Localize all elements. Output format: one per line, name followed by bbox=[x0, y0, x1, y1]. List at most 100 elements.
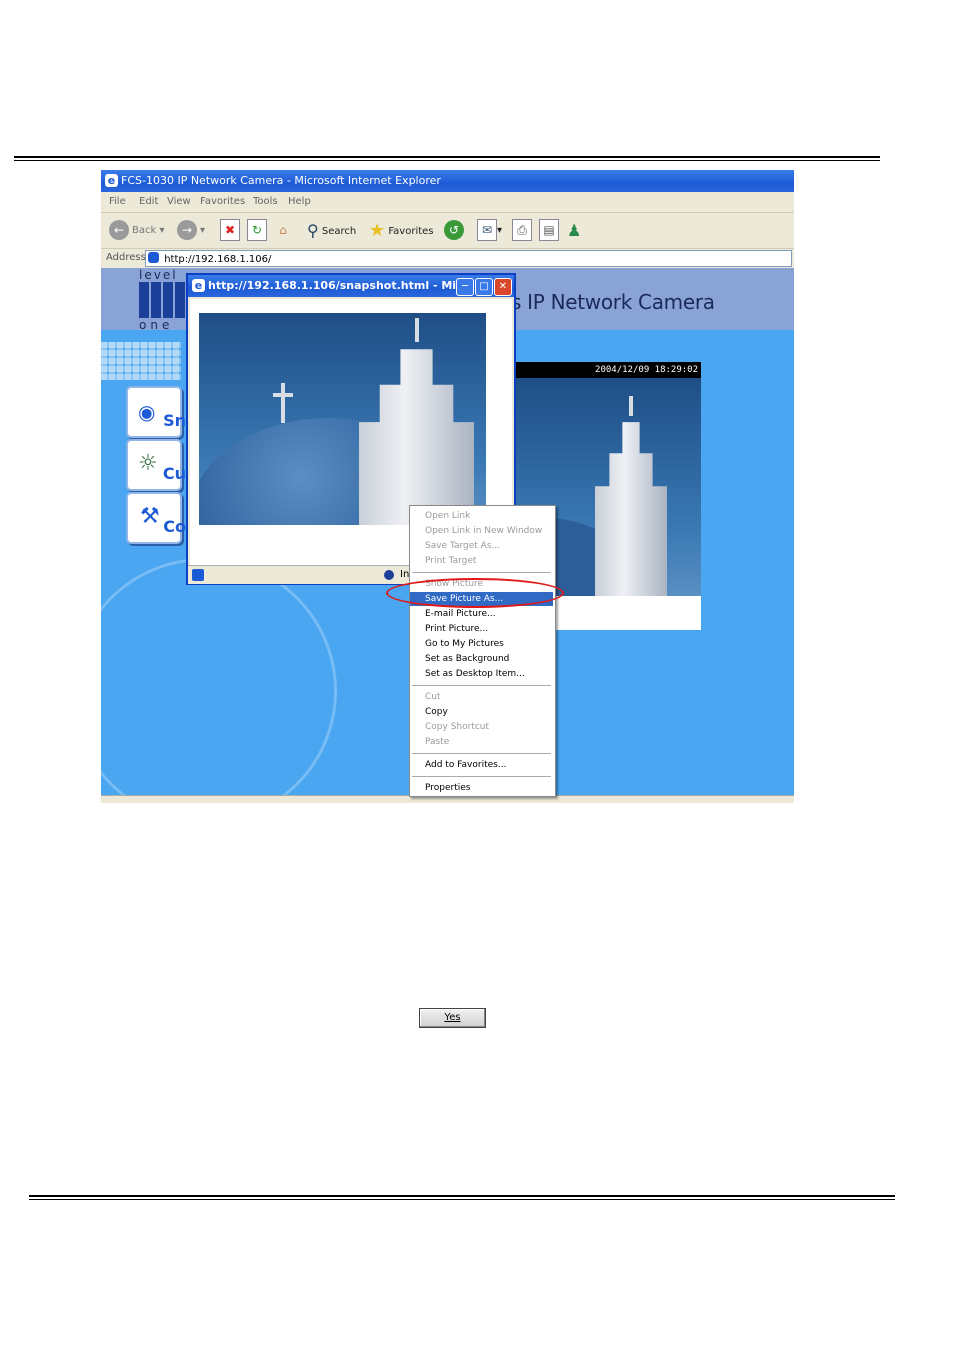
messenger-icon: ♟ bbox=[567, 221, 582, 240]
nav-config-button[interactable]: ⚒ Co bbox=[126, 492, 186, 544]
cross-shape bbox=[629, 396, 633, 416]
home-icon: ⌂ bbox=[279, 223, 287, 237]
address-value: http://192.168.1.106/ bbox=[164, 254, 272, 265]
messenger-button[interactable]: ♟ bbox=[567, 219, 581, 243]
ie-title-text: FCS-1030 IP Network Camera - Microsoft I… bbox=[121, 174, 441, 187]
snapshot-image[interactable] bbox=[199, 313, 486, 525]
menu-separator bbox=[412, 685, 551, 686]
mail-icon: ✉ bbox=[477, 219, 497, 241]
logo-grid-icon bbox=[139, 282, 185, 318]
stop-icon: ✖ bbox=[220, 219, 240, 241]
menu-separator bbox=[412, 753, 551, 754]
context-menu: Open Link Open Link in New Window Save Tar… bbox=[409, 505, 556, 797]
nav-snapshot-label: Sn bbox=[163, 411, 186, 430]
menu-edit[interactable]: Edit bbox=[139, 192, 158, 212]
menu-item-properties[interactable]: Properties bbox=[410, 781, 553, 795]
internet-zone-icon bbox=[384, 570, 394, 580]
logo-top-text: level bbox=[139, 268, 178, 282]
logo-bottom-text: one bbox=[139, 318, 174, 332]
menu-view[interactable]: View bbox=[167, 192, 191, 212]
menu-item-e-mail-picture[interactable]: E-mail Picture... bbox=[410, 607, 553, 621]
nav-config-label: Co bbox=[163, 517, 186, 536]
annotation-oval bbox=[386, 578, 564, 608]
menu-item-save-target-as[interactable]: Save Target As... bbox=[410, 539, 553, 553]
address-input[interactable]: http://192.168.1.106/ bbox=[145, 250, 792, 267]
address-label: Address bbox=[106, 252, 146, 263]
history-icon: ↺ bbox=[444, 220, 464, 240]
menu-separator bbox=[412, 776, 551, 777]
search-icon: ⚲ bbox=[307, 221, 319, 240]
menu-tools[interactable]: Tools bbox=[253, 192, 278, 212]
menu-item-open-link-in-new-window[interactable]: Open Link in New Window bbox=[410, 524, 553, 538]
timestamp: 2004/12/09 18:29:02 bbox=[515, 362, 701, 378]
globe-icon: ☼ bbox=[138, 451, 158, 476]
popup-ie-icon: e bbox=[192, 279, 205, 292]
minimize-button[interactable]: ─ bbox=[456, 278, 474, 296]
refresh-button[interactable]: ↻ bbox=[247, 219, 267, 243]
stop-button[interactable]: ✖ bbox=[220, 219, 240, 243]
dome-cross-bar-shape bbox=[273, 393, 293, 397]
home-button[interactable]: ⌂ bbox=[274, 219, 292, 243]
nav-client-label: Cu bbox=[162, 464, 186, 483]
back-button[interactable]: ← Back ▾ bbox=[109, 219, 164, 243]
menu-item-add-to-favorites[interactable]: Add to Favorites... bbox=[410, 758, 553, 772]
favorites-label: Favorites bbox=[388, 226, 434, 237]
menu-item-paste[interactable]: Paste bbox=[410, 735, 553, 749]
menu-item-copy-shortcut[interactable]: Copy Shortcut bbox=[410, 720, 553, 734]
search-button[interactable]: ⚲ Search bbox=[307, 219, 356, 243]
yes-button[interactable]: Yes bbox=[419, 1008, 486, 1028]
banner-title: s IP Network Camera bbox=[511, 290, 715, 314]
back-label: Back bbox=[132, 225, 157, 236]
bell-tower-shape bbox=[359, 349, 474, 525]
menu-item-print-picture[interactable]: Print Picture... bbox=[410, 622, 553, 636]
menu-item-copy[interactable]: Copy bbox=[410, 705, 553, 719]
yes-label: Yes bbox=[444, 1012, 461, 1023]
history-button[interactable]: ↺ bbox=[444, 219, 467, 243]
menu-item-set-as-desktop-item[interactable]: Set as Desktop Item... bbox=[410, 667, 553, 681]
decorative-circle bbox=[101, 558, 337, 795]
bottom-rule bbox=[29, 1195, 895, 1200]
popup-title-text: http://192.168.1.106/snapshot.html - Mic… bbox=[208, 279, 458, 292]
menu-favorites[interactable]: Favorites bbox=[200, 192, 245, 212]
nav-client-button[interactable]: ☼ Cu bbox=[126, 439, 186, 491]
edit-icon: ▤ bbox=[539, 219, 559, 241]
forward-button[interactable]: → ▾ bbox=[177, 219, 205, 243]
bell-tower-shape bbox=[595, 422, 667, 596]
mail-button[interactable]: ✉ ▾ bbox=[477, 219, 502, 243]
back-arrow-icon: ← bbox=[109, 220, 129, 240]
menu-item-print-target[interactable]: Print Target bbox=[410, 554, 553, 568]
toolbar: ← Back ▾ → ▾ ✖ ↻ ⌂ ⚲ Search ★ Favorites ↺ … bbox=[101, 213, 794, 249]
pixel-pattern bbox=[101, 342, 181, 380]
menu-separator bbox=[412, 572, 551, 573]
edit-button[interactable]: ▤ bbox=[539, 219, 559, 243]
menu-file[interactable]: File bbox=[109, 192, 126, 212]
menu-item-open-link[interactable]: Open Link bbox=[410, 509, 553, 523]
camera-icon: ◉ bbox=[138, 400, 156, 424]
star-icon: ★ bbox=[369, 220, 386, 241]
nav-snapshot-button[interactable]: ◉ Sn bbox=[126, 386, 186, 438]
close-button[interactable]: ✕ bbox=[494, 278, 512, 296]
page-icon bbox=[148, 252, 159, 263]
levelone-logo: level one bbox=[139, 268, 187, 332]
forward-arrow-icon: → bbox=[177, 220, 197, 240]
menu-help[interactable]: Help bbox=[288, 192, 311, 212]
print-icon: ⎙ bbox=[512, 219, 532, 241]
menu-item-cut[interactable]: Cut bbox=[410, 690, 553, 704]
popup-title-bar[interactable]: e http://192.168.1.106/snapshot.html - M… bbox=[188, 275, 514, 297]
address-bar: Address http://192.168.1.106/ bbox=[101, 249, 794, 267]
top-rule bbox=[14, 156, 880, 161]
menu-item-go-to-my-pictures[interactable]: Go to My Pictures bbox=[410, 637, 553, 651]
favorites-button[interactable]: ★ Favorites bbox=[369, 219, 434, 243]
search-label: Search bbox=[321, 226, 357, 237]
print-button[interactable]: ⎙ bbox=[512, 219, 532, 243]
tools-icon: ⚒ bbox=[140, 504, 160, 529]
ie-title-bar[interactable]: e FCS-1030 IP Network Camera - Microsoft… bbox=[101, 170, 794, 192]
dome-cross-shape bbox=[281, 383, 285, 423]
tower-cross-shape bbox=[415, 318, 419, 342]
menu-bar: File Edit View Favorites Tools Help bbox=[101, 192, 794, 213]
maximize-button[interactable]: □ bbox=[475, 278, 493, 296]
ie-icon: e bbox=[105, 174, 118, 187]
menu-item-set-as-background[interactable]: Set as Background bbox=[410, 652, 553, 666]
popup-page-icon bbox=[192, 569, 204, 581]
refresh-icon: ↻ bbox=[247, 219, 267, 241]
